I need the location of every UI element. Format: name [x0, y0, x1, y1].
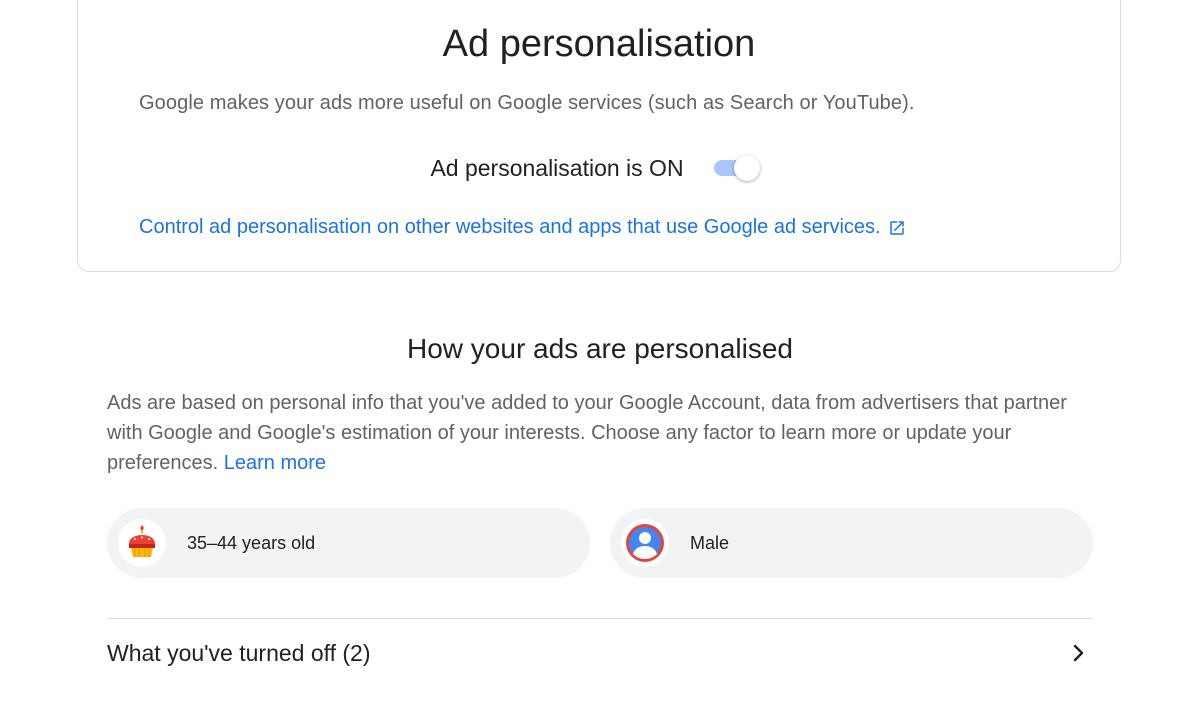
factor-chip-gender[interactable]: Male: [610, 508, 1093, 578]
card-title: Ad personalisation: [442, 23, 756, 65]
factor-label-gender: Male: [690, 532, 730, 553]
section-title: How your ads are personalised: [407, 333, 793, 364]
turned-off-row[interactable]: What you've turned off (2): [107, 619, 1093, 687]
factor-label-age: 35–44 years old: [187, 532, 316, 553]
toggle-row: Ad personalisation is ON: [78, 151, 1120, 185]
ad-personalisation-toggle[interactable]: [712, 153, 760, 183]
chevron-right-icon: [1066, 641, 1090, 665]
control-ad-personalisation-link[interactable]: Control ad personalisation on other webs…: [139, 216, 906, 239]
toggle-label: Ad personalisation is ON: [430, 154, 684, 181]
turned-off-label: What you've turned off (2): [107, 639, 371, 666]
toggle-knob: [733, 155, 760, 181]
factor-chip-age[interactable]: 35–44 years old: [107, 508, 590, 578]
person-avatar-icon: [621, 519, 669, 567]
learn-more-link[interactable]: Learn more: [224, 452, 326, 474]
section-description: Ads are based on personal info that you'…: [107, 388, 1097, 478]
birthday-cake-icon: [118, 519, 166, 567]
external-link-icon: [888, 219, 906, 237]
control-link-label: Control ad personalisation on other webs…: [139, 216, 881, 238]
ad-personalisation-card: Ad personalisation Google makes your ads…: [77, 0, 1121, 272]
ad-settings-page: Ad personalisation Google makes your ads…: [0, 0, 1200, 706]
card-description: Google makes your ads more useful on Goo…: [139, 92, 915, 114]
